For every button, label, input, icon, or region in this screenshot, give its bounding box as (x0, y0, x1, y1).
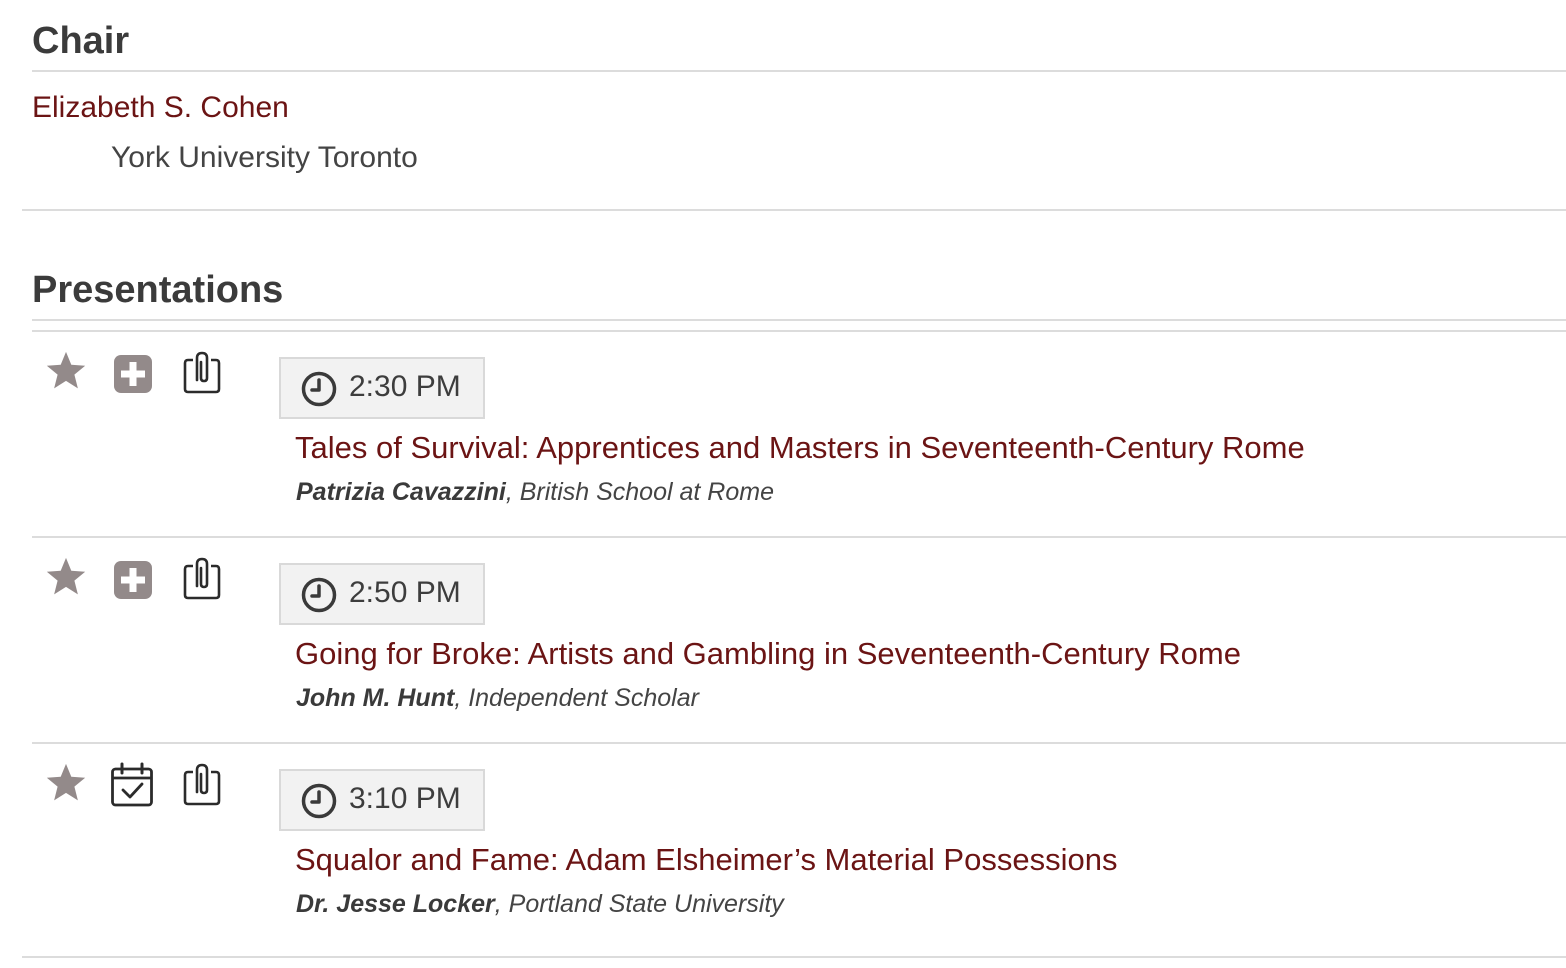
presentation-byline: John M. Hunt, Independent Scholar (296, 683, 699, 713)
star-icon[interactable] (44, 762, 88, 809)
clock-icon (301, 783, 337, 824)
presenter-affiliation: , British School at Rome (505, 478, 774, 506)
time-text: 2:50 PM (349, 576, 461, 609)
presentation-item: 2:50 PM Going for Broke: Artists and Gam… (32, 538, 1566, 744)
presentations-heading-divider (32, 319, 1566, 321)
presentation-item: 3:10 PM Squalor and Fame: Adam Elsheimer… (32, 744, 1566, 950)
calendar-check-icon[interactable] (110, 762, 154, 813)
presentation-item: 2:30 PM Tales of Survival: Apprentices a… (32, 332, 1566, 538)
presentation-title-link[interactable]: Tales of Survival: Apprentices and Maste… (295, 429, 1305, 466)
chair-heading: Chair (32, 20, 130, 62)
presenter-name: John M. Hunt (296, 684, 455, 712)
clipboard-attachment-icon[interactable] (182, 556, 222, 607)
presenter-name: Dr. Jesse Locker (296, 890, 495, 918)
presentation-divider (22, 956, 1566, 958)
time-badge: 3:10 PM (279, 769, 485, 831)
chair-heading-divider (32, 70, 1566, 72)
clipboard-attachment-icon[interactable] (182, 762, 222, 813)
plus-square-icon[interactable] (113, 354, 153, 399)
star-icon[interactable] (44, 350, 88, 397)
presentation-byline: Patrizia Cavazzini, British School at Ro… (296, 477, 774, 507)
clock-icon (301, 371, 337, 412)
presentation-title-link[interactable]: Going for Broke: Artists and Gambling in… (295, 635, 1241, 672)
chair-name-link[interactable]: Elizabeth S. Cohen (32, 90, 289, 126)
time-badge: 2:50 PM (279, 563, 485, 625)
clock-icon (301, 577, 337, 618)
time-badge: 2:30 PM (279, 357, 485, 419)
presentation-byline: Dr. Jesse Locker, Portland State Univers… (296, 889, 784, 919)
chair-section-divider (22, 209, 1566, 211)
time-text: 2:30 PM (349, 370, 461, 403)
presentations-heading: Presentations (32, 269, 284, 311)
time-text: 3:10 PM (349, 782, 461, 815)
presenter-affiliation: , Independent Scholar (454, 684, 699, 712)
clipboard-attachment-icon[interactable] (182, 350, 222, 401)
presenter-name: Patrizia Cavazzini (296, 478, 506, 506)
plus-square-icon[interactable] (113, 560, 153, 605)
star-icon[interactable] (44, 556, 88, 603)
presentation-title-link[interactable]: Squalor and Fame: Adam Elsheimer’s Mater… (295, 841, 1117, 878)
presenter-affiliation: , Portland State University (494, 890, 784, 918)
chair-affiliation: York University Toronto (111, 141, 418, 174)
